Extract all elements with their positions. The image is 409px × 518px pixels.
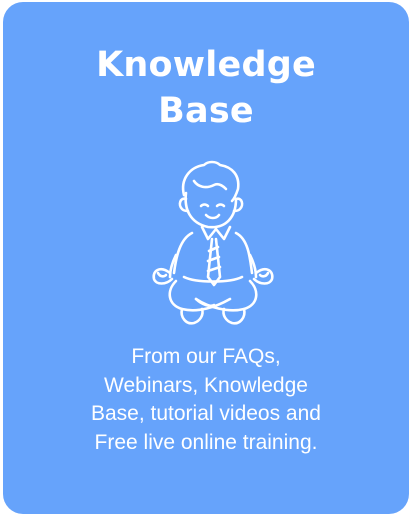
card-description-line: Base, tutorial videos and (91, 402, 321, 425)
meditating-person-icon (152, 160, 274, 325)
card-title-line-1: Knowledge (96, 45, 316, 85)
card-description: From our FAQs, Webinars, Knowledge Base,… (33, 343, 379, 457)
card-title: Knowledge Base (3, 42, 409, 134)
card-title-line-2: Base (158, 91, 254, 131)
card-description-line: Free live online training. (94, 430, 318, 454)
card-description-line: From our FAQs, (131, 345, 281, 368)
card-description-line: Webinars, Knowledge (104, 373, 308, 397)
knowledge-base-card[interactable]: Knowledge Base From our FAQs, Webinars, … (3, 2, 409, 514)
